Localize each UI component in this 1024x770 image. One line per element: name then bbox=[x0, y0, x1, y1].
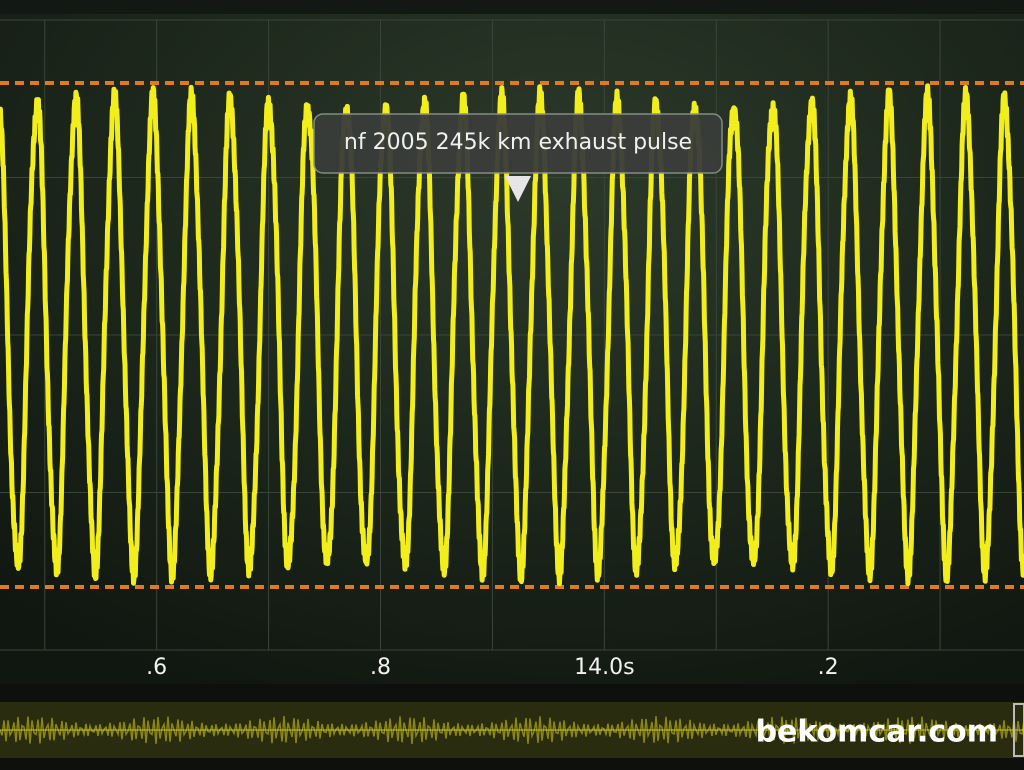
annotation-text: nf 2005 245k km exhaust pulse bbox=[344, 130, 692, 155]
x-tick-label: 14.0s bbox=[574, 655, 634, 680]
oscilloscope-chart: nf 2005 245k km exhaust pulse .6 .8 14.0s.… bbox=[0, 0, 1024, 770]
x-tick-label: .2 bbox=[818, 655, 839, 680]
watermark: bekomcar.com bbox=[756, 715, 998, 750]
top-bezel bbox=[0, 0, 1024, 14]
x-tick-label: .6 bbox=[146, 655, 167, 680]
x-tick-label: .8 bbox=[370, 655, 391, 680]
